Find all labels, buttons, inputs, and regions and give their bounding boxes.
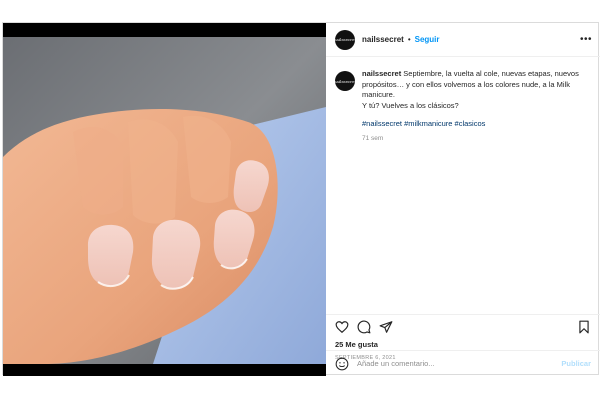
action-bar	[326, 314, 600, 338]
heart-icon[interactable]	[335, 320, 349, 334]
avatar-logo-text: nailssecret	[335, 78, 355, 84]
share-icon[interactable]	[379, 320, 393, 334]
likes-count[interactable]: 25 Me gusta	[326, 338, 600, 349]
comment-icon[interactable]	[357, 320, 371, 334]
caption-username[interactable]: nailssecret	[362, 69, 401, 78]
post-photo[interactable]	[3, 23, 326, 376]
hashtags[interactable]: #nailssecret #milkmanicure #clasicos	[362, 119, 590, 130]
more-options-icon[interactable]: •••	[580, 34, 592, 45]
publish-button[interactable]: Publicar	[561, 359, 591, 368]
page: nailssecret nailssecret • Seguir ••• nai…	[0, 0, 600, 400]
avatar-logo-text: nailssecret	[335, 37, 355, 42]
avatar[interactable]: nailssecret	[335, 29, 355, 50]
follow-button[interactable]: Seguir	[415, 35, 440, 44]
username-link[interactable]: nailssecret	[362, 35, 404, 44]
bookmark-icon[interactable]	[577, 320, 591, 334]
manicure-hand-image	[3, 37, 326, 364]
time-ago[interactable]: 71 sem	[362, 134, 590, 145]
post-header: nailssecret nailssecret • Seguir •••	[326, 23, 600, 57]
caption-avatar[interactable]: nailssecret	[335, 71, 355, 91]
post-side-panel: nailssecret nailssecret • Seguir ••• nai…	[326, 23, 600, 376]
comment-form: Publicar	[326, 350, 600, 376]
caption: nailssecret Septiembre, la vuelta al col…	[362, 69, 590, 314]
instagram-post: nailssecret nailssecret • Seguir ••• nai…	[2, 22, 600, 376]
caption-area: nailssecret nailssecret Septiembre, la v…	[326, 57, 600, 314]
caption-text-line2: Y tú? Vuelves a los clásicos?	[362, 100, 459, 110]
emoji-icon[interactable]	[335, 357, 349, 371]
comment-input[interactable]	[357, 359, 537, 368]
separator-dot: •	[407, 35, 411, 44]
